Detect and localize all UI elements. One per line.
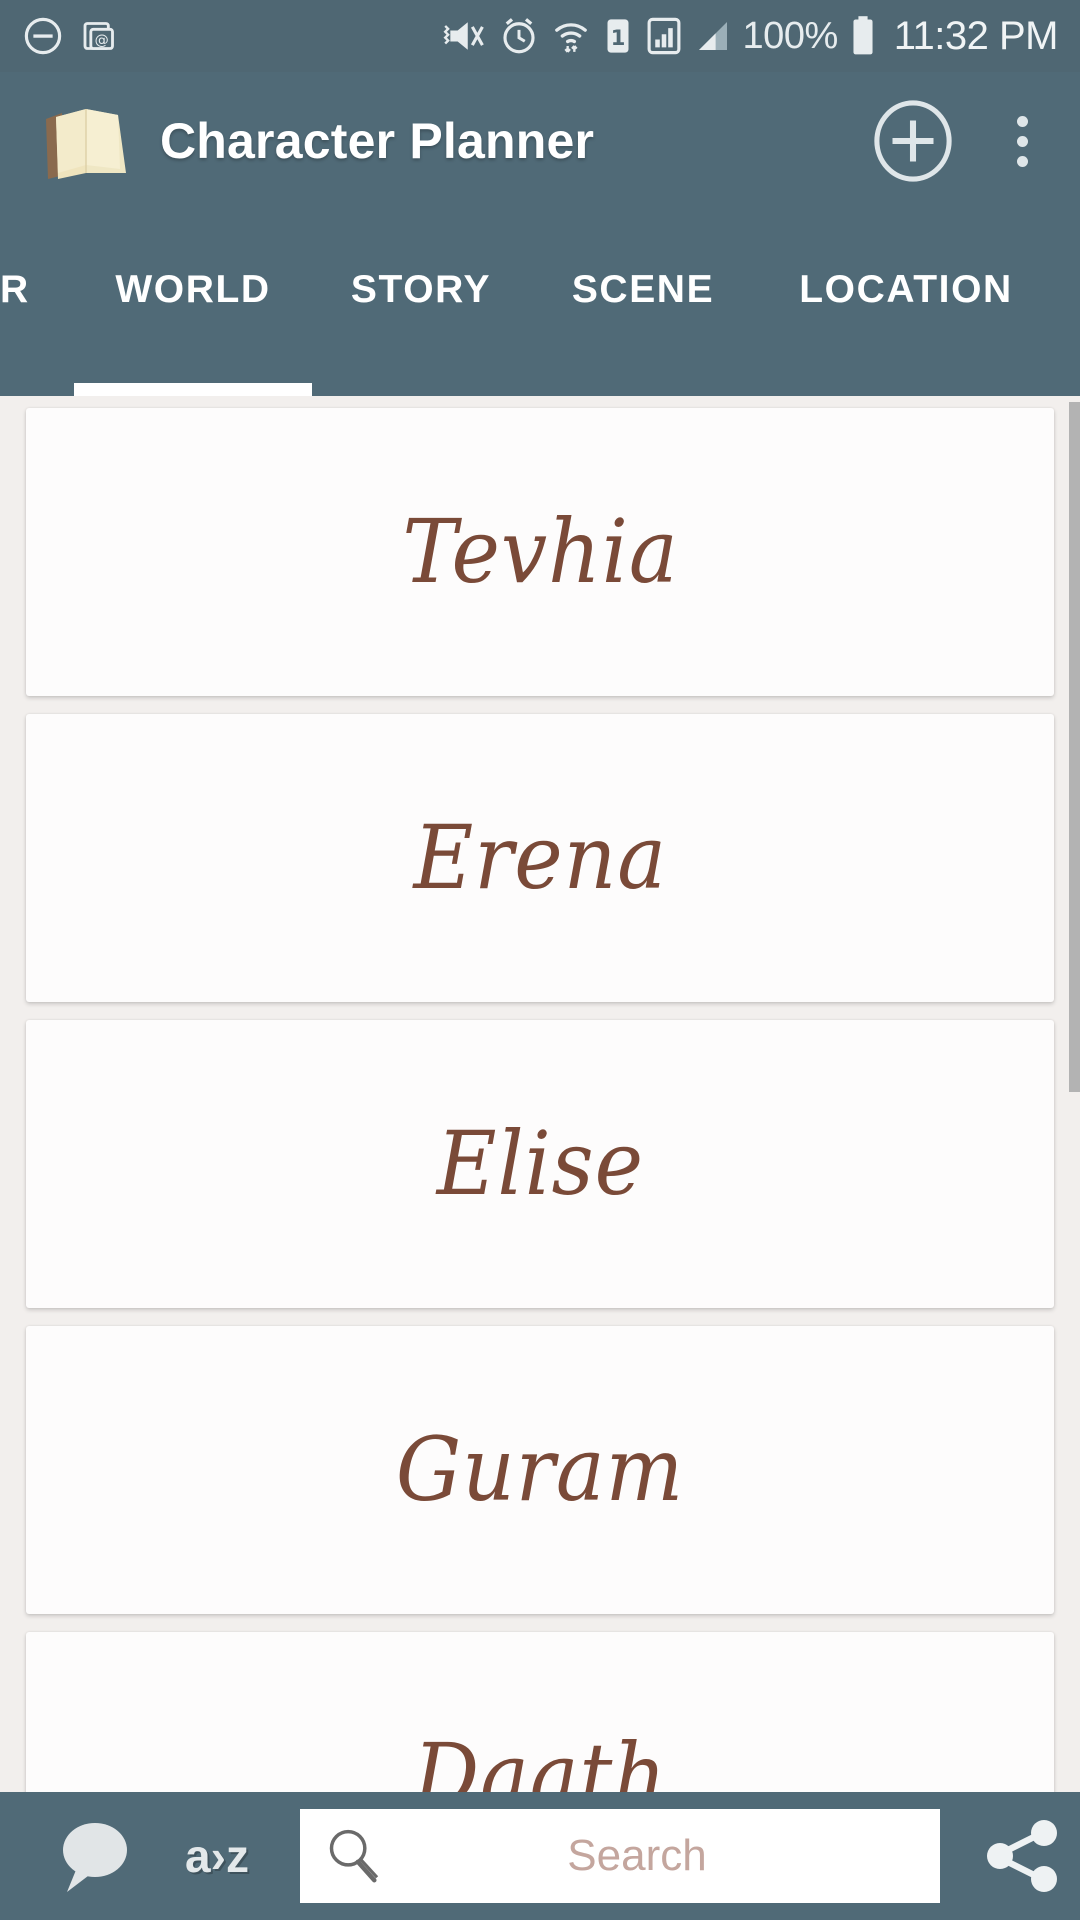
tab-selected-indicator [74, 383, 312, 396]
tab-world[interactable]: WORLD [74, 210, 312, 396]
speech-bubble-icon[interactable] [48, 1810, 140, 1902]
list-item[interactable]: Guram [26, 1326, 1054, 1614]
status-bar: @ 1 100% 11:32 PM [0, 0, 1080, 72]
more-vertical-icon[interactable] [984, 86, 1060, 196]
list-item[interactable]: Daath [26, 1632, 1054, 1792]
vibrate-off-icon [443, 14, 487, 58]
list-item[interactable]: Tevhia [26, 408, 1054, 696]
svg-text:@: @ [95, 32, 109, 48]
tab-scene[interactable]: SCENE [530, 210, 756, 396]
search-placeholder: Search [567, 1831, 707, 1880]
bottom-bar: a›z Search [0, 1792, 1080, 1920]
list-item[interactable]: Erena [26, 714, 1054, 1002]
search-input[interactable]: Search [300, 1809, 940, 1903]
sim-1-icon: 1 [602, 15, 634, 57]
tab-bar[interactable]: R WORLD STORY SCENE LOCATION [0, 210, 1080, 396]
share-icon[interactable] [976, 1810, 1068, 1902]
tab-label: SCENE [571, 268, 715, 311]
svg-text:1: 1 [610, 26, 625, 50]
open-book-icon [42, 103, 130, 185]
overflow-dot [1016, 135, 1028, 147]
signal-bars-icon [645, 15, 683, 57]
signal-triangle-icon [694, 15, 732, 57]
world-name: Daath [413, 1724, 667, 1793]
world-name: Erena [413, 806, 667, 909]
alarm-icon [498, 15, 540, 57]
status-bar-left-icons: @ [22, 15, 120, 57]
tab-story[interactable]: STORY [312, 210, 530, 396]
overflow-dot [1016, 115, 1028, 127]
sort-a-to-z-label: a›z [185, 1830, 249, 1882]
app-bar: Character Planner [0, 72, 1080, 210]
app-title: Character Planner [160, 113, 595, 169]
world-name: Guram [395, 1418, 685, 1521]
tab-strip[interactable]: R WORLD STORY SCENE LOCATION [0, 210, 1056, 396]
tab-label: STORY [350, 268, 492, 311]
tab-label: R [0, 268, 30, 311]
world-list[interactable]: Tevhia Erena Elise Guram Daath [0, 396, 1080, 1792]
magnifier-icon [322, 1825, 384, 1887]
world-name: Elise [436, 1112, 644, 1215]
list-item[interactable]: Elise [26, 1020, 1054, 1308]
vertical-scrollbar[interactable] [1069, 402, 1080, 1092]
clock-label: 11:32 PM [893, 13, 1059, 58]
sort-a-to-z-icon[interactable]: a›z [162, 1810, 272, 1902]
app-root: @ 1 100% 11:32 PM Character Planner R WO… [0, 0, 1080, 1920]
battery-percent-label: 100% [742, 14, 839, 57]
battery-full-icon [849, 14, 877, 58]
tab-label: LOCATION [799, 268, 1013, 311]
tab-label: WORLD [115, 268, 271, 311]
app-bar-actions [870, 86, 1080, 196]
world-name: Tevhia [401, 500, 679, 603]
tab-character[interactable]: R [0, 210, 74, 396]
do-not-disturb-icon [22, 15, 64, 57]
status-bar-right-icons: 1 100% 11:32 PM [443, 13, 1059, 59]
plus-circle-icon[interactable] [870, 98, 956, 184]
wifi-icon [551, 15, 591, 57]
screenshot-icon: @ [80, 16, 120, 56]
tab-location[interactable]: LOCATION [756, 210, 1056, 396]
overflow-dot [1016, 155, 1028, 167]
